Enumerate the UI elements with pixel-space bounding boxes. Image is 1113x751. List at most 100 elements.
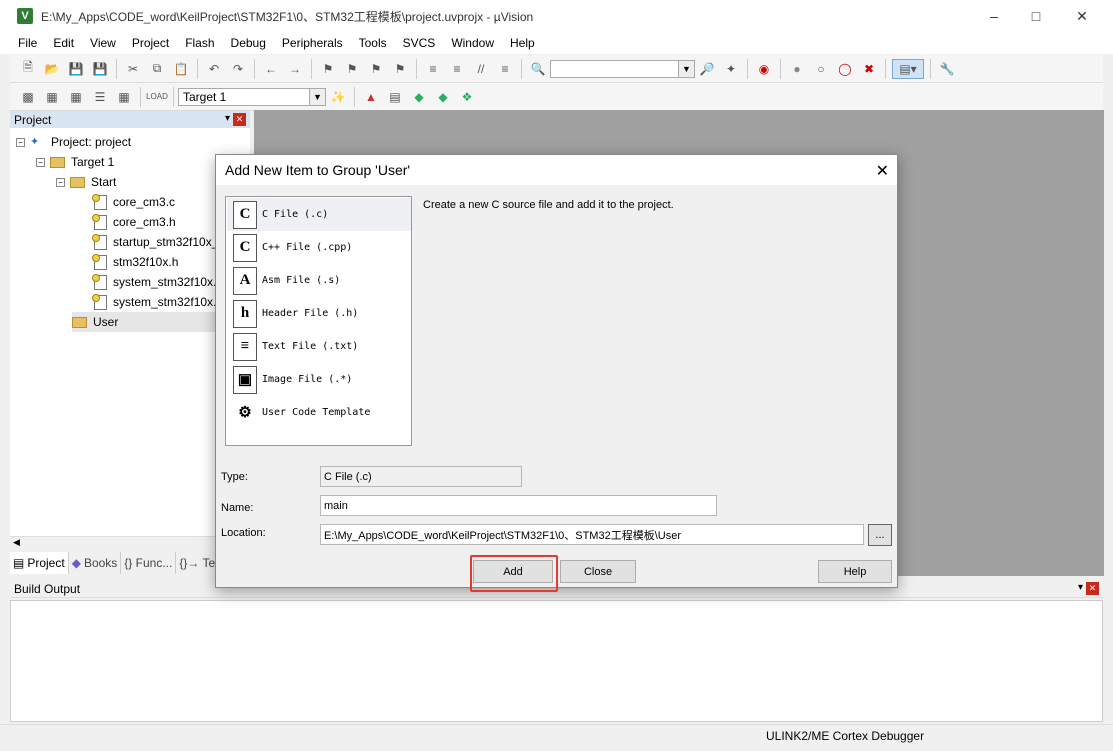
minimize-button[interactable]: –: [971, 0, 1017, 32]
file-type-image[interactable]: ▣ Image File (.*): [227, 363, 411, 396]
file-type-list: C C File (.c) C C++ File (.cpp) A Asm Fi…: [225, 196, 412, 446]
collapse-icon[interactable]: −: [16, 137, 25, 147]
find-combo[interactable]: ▼: [550, 59, 695, 78]
file-type-asm[interactable]: A Asm File (.s): [227, 264, 411, 297]
type-label: Type:: [221, 471, 248, 483]
menu-debug[interactable]: Debug: [223, 36, 274, 50]
file-type-user-template[interactable]: ⚙ User Code Template: [227, 396, 411, 429]
select-packs-icon[interactable]: ◆: [409, 87, 429, 107]
tree-item-target[interactable]: − Target 1: [36, 152, 114, 172]
comment-icon[interactable]: //: [471, 59, 491, 79]
pin-icon[interactable]: ▾: [225, 113, 230, 124]
configure-icon[interactable]: 🔧: [937, 59, 957, 79]
pin-icon[interactable]: ▾: [1078, 582, 1083, 593]
menu-edit[interactable]: Edit: [45, 36, 82, 50]
chevron-down-icon[interactable]: ▼: [309, 88, 325, 105]
target-options-icon[interactable]: ✨: [328, 87, 348, 107]
clear-bookmarks-icon[interactable]: ⚑: [390, 59, 410, 79]
cpp-file-icon: C: [233, 233, 257, 262]
target-select[interactable]: Target 1 ▼: [178, 87, 326, 106]
maximize-button[interactable]: □: [1013, 0, 1059, 32]
collapse-icon[interactable]: −: [36, 157, 45, 167]
menu-file[interactable]: File: [10, 36, 45, 50]
redo-icon[interactable]: ↷: [228, 59, 248, 79]
tab-project[interactable]: ▤ Project: [10, 552, 69, 574]
close-icon[interactable]: ✕: [233, 113, 246, 126]
insert-breakpoint-icon[interactable]: ●: [787, 59, 807, 79]
build-output-text[interactable]: [10, 600, 1103, 722]
save-icon[interactable]: 💾: [66, 59, 86, 79]
batch-build-icon[interactable]: ☰: [90, 87, 110, 107]
save-all-icon[interactable]: 💾: [90, 59, 110, 79]
prev-bookmark-icon[interactable]: ⚑: [342, 59, 362, 79]
tab-books[interactable]: ◆ Books: [69, 552, 122, 574]
file-type-cpp[interactable]: C C++ File (.cpp): [227, 231, 411, 264]
cut-icon[interactable]: ✂: [123, 59, 143, 79]
unindent-icon[interactable]: ≡: [447, 59, 467, 79]
tree-item-file[interactable]: core_cm3.c: [92, 192, 175, 212]
new-file-icon[interactable]: 🗎: [18, 59, 38, 79]
find-icon[interactable]: 🔎: [697, 59, 717, 79]
indent-icon[interactable]: ≡: [423, 59, 443, 79]
menu-flash[interactable]: Flash: [177, 36, 222, 50]
close-button[interactable]: Close: [560, 560, 636, 583]
copy-icon[interactable]: ⧉: [147, 59, 167, 79]
browse-button[interactable]: ...: [868, 524, 892, 546]
help-button[interactable]: Help: [818, 560, 892, 583]
start-debug-icon[interactable]: ◉: [754, 59, 774, 79]
tab-functions[interactable]: {} Func...: [121, 552, 177, 574]
tree-item-file[interactable]: system_stm32f10x.h: [92, 292, 223, 312]
tree-item-label: Project: project: [51, 135, 132, 149]
tree-item-project[interactable]: − ✦ Project: project: [16, 132, 131, 152]
file-type-c[interactable]: C C File (.c): [227, 198, 411, 231]
close-window-button[interactable]: ✕: [1059, 0, 1105, 32]
incremental-find-icon[interactable]: ✦: [721, 59, 741, 79]
stop-build-icon[interactable]: ▦: [114, 87, 134, 107]
tab-templates[interactable]: {}→ Te: [176, 552, 220, 574]
open-folder-icon[interactable]: 📂: [42, 59, 62, 79]
menu-project[interactable]: Project: [124, 36, 177, 50]
tab-label: Books: [83, 556, 118, 570]
chevron-down-icon[interactable]: ▼: [678, 60, 694, 77]
collapse-icon[interactable]: −: [56, 177, 65, 187]
tree-item-file[interactable]: startup_stm32f10x_: [92, 232, 218, 252]
menu-help[interactable]: Help: [502, 36, 543, 50]
download-icon[interactable]: LOAD: [146, 87, 168, 107]
enable-breakpoint-icon[interactable]: ○: [811, 59, 831, 79]
nav-forward-icon[interactable]: →: [285, 59, 305, 79]
run-time-environment-icon[interactable]: ❖: [457, 87, 477, 107]
rebuild-icon[interactable]: ▦: [66, 87, 86, 107]
file-extensions-icon[interactable]: ▤: [385, 87, 405, 107]
menu-tools[interactable]: Tools: [351, 36, 395, 50]
disable-breakpoints-icon[interactable]: ◯: [835, 59, 855, 79]
paste-icon[interactable]: 📋: [171, 59, 191, 79]
nav-back-icon[interactable]: ←: [261, 59, 281, 79]
manage-components-icon[interactable]: ▲: [361, 87, 381, 107]
location-input[interactable]: E:\My_Apps\CODE_word\KeilProject\STM32F1…: [320, 524, 864, 545]
build-icon[interactable]: ▦: [42, 87, 62, 107]
name-input[interactable]: main: [320, 495, 717, 516]
menu-svcs[interactable]: SVCS: [395, 36, 444, 50]
tree-item-file[interactable]: stm32f10x.h: [92, 252, 178, 272]
next-bookmark-icon[interactable]: ⚑: [366, 59, 386, 79]
menu-peripherals[interactable]: Peripherals: [274, 36, 351, 50]
window-layout-icon[interactable]: ▤▾: [892, 58, 924, 79]
file-type-text[interactable]: ≡ Text File (.txt): [227, 330, 411, 363]
undo-icon[interactable]: ↶: [204, 59, 224, 79]
pack-installer-icon[interactable]: ◆: [433, 87, 453, 107]
scroll-left-icon[interactable]: ◀: [13, 537, 20, 548]
close-icon[interactable]: ✕: [1086, 582, 1099, 595]
menu-window[interactable]: Window: [443, 36, 502, 50]
find-in-files-icon[interactable]: 🔍: [528, 59, 548, 79]
kill-breakpoints-icon[interactable]: ✖: [859, 59, 879, 79]
tree-item-group-start[interactable]: − Start: [56, 172, 116, 192]
file-type-header[interactable]: h Header File (.h): [227, 297, 411, 330]
tree-item-file[interactable]: core_cm3.h: [92, 212, 176, 232]
tree-item-file[interactable]: system_stm32f10x.c: [92, 272, 222, 292]
menu-view[interactable]: View: [82, 36, 124, 50]
project-horizontal-scrollbar[interactable]: ◀: [10, 536, 250, 551]
bookmark-icon[interactable]: ⚑: [318, 59, 338, 79]
close-icon[interactable]: ✕: [876, 161, 889, 181]
uncomment-icon[interactable]: ≡: [495, 59, 515, 79]
translate-icon[interactable]: ▩: [18, 87, 38, 107]
